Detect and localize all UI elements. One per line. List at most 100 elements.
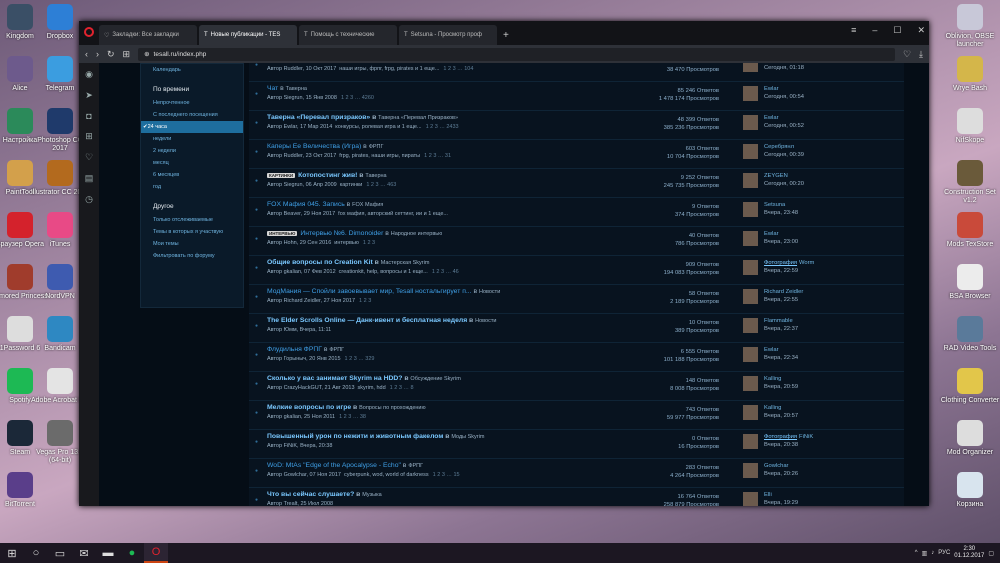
telegram-icon[interactable]: ➤ xyxy=(85,90,93,101)
avatar[interactable] xyxy=(743,463,758,478)
last-post-user[interactable]: Richard Zeidler xyxy=(764,289,803,295)
topic-tags[interactable]: наши игры, фрпг, frpg, pirates и 1 еще..… xyxy=(339,66,439,72)
forum-link[interactable]: Обсуждение Skyrim xyxy=(410,376,460,382)
spotify-icon[interactable]: ● xyxy=(120,543,144,563)
desktop-icon[interactable]: Oblivion, OBSE launcher xyxy=(940,4,1000,49)
network-icon[interactable]: ▥ xyxy=(922,550,928,557)
tab-profile[interactable]: T Setsuna - Просмотр проф xyxy=(399,25,497,45)
topic-title-link[interactable]: МодМания — Спойли завоевывает мир, Tesal… xyxy=(267,288,472,295)
topic-title-link[interactable]: Повышенный урон по нежити и животным фак… xyxy=(267,433,443,440)
avatar[interactable] xyxy=(743,289,758,304)
topic-author[interactable]: Автор gkalian, 07 Фев 2012 xyxy=(267,269,336,275)
menu-item-other[interactable]: Только отслеживаемые xyxy=(141,214,243,226)
back-icon[interactable]: ‹ xyxy=(85,49,88,59)
avatar[interactable] xyxy=(743,492,758,506)
last-post-user[interactable]: Ewlar xyxy=(764,231,779,237)
speed-dial-icon[interactable]: ⊞ xyxy=(85,131,93,142)
avatar[interactable] xyxy=(743,202,758,217)
avatar[interactable] xyxy=(743,144,758,159)
mail-icon[interactable]: ✉ xyxy=(72,543,96,563)
desktop-icon[interactable]: Mod Organizer xyxy=(940,420,1000,457)
menu-item-time[interactable]: год xyxy=(141,181,243,193)
forum-link[interactable]: FOX Мафия xyxy=(352,202,383,208)
tab-new-posts[interactable]: T Новые публикации - TES xyxy=(199,25,297,45)
last-post-user[interactable]: Flammable xyxy=(764,318,793,324)
avatar[interactable] xyxy=(743,173,758,188)
forum-link[interactable]: Таверна xyxy=(286,86,307,92)
heart-icon[interactable]: ♡ xyxy=(85,152,93,163)
topic-title-link[interactable]: Чат xyxy=(267,85,278,92)
pagination[interactable]: 1 2 3 … 2433 xyxy=(426,124,459,130)
topic-title-link[interactable]: The Elder Scrolls Online — Данк-ивент и … xyxy=(267,317,467,324)
menu-item-time[interactable]: ✔ 24 часа xyxy=(141,121,243,133)
topic-author[interactable]: Автор Горыныч, 20 Янв 2015 xyxy=(267,356,341,362)
topic-author[interactable]: Автор Siegrun, 06 Апр 2009 xyxy=(267,182,337,188)
menu-item-time[interactable]: Непрочтенное xyxy=(141,97,243,109)
last-post-user[interactable]: Серебрянл xyxy=(764,144,794,150)
pagination[interactable]: 1 2 3 … 104 xyxy=(443,66,473,72)
last-post-user[interactable]: Gowlchar xyxy=(764,463,788,469)
last-post-user[interactable]: FiNiK xyxy=(799,434,813,440)
menu-item-other[interactable]: Темы в которых я участвую xyxy=(141,226,243,238)
pagination[interactable]: 1 2 3 … 329 xyxy=(345,356,375,362)
last-post-user[interactable]: ZEYGEN xyxy=(764,173,788,179)
forum-link[interactable]: Вопросы по прохождению xyxy=(359,405,426,411)
pagination[interactable]: 1 2 3 … 38 xyxy=(339,414,366,420)
start-button[interactable]: ⊞ xyxy=(0,543,24,563)
desktop-icon[interactable]: BitTorrent xyxy=(0,472,50,509)
topic-title-link[interactable]: Мелкие вопросы по игре xyxy=(267,404,351,411)
avatar[interactable] xyxy=(743,63,758,72)
pagination[interactable]: 1 2 3 … 15 xyxy=(433,472,460,478)
menu-item-time[interactable]: недели xyxy=(141,133,243,145)
last-post-user[interactable]: Ewlar xyxy=(764,347,779,353)
topic-author[interactable]: Автор Ruddler, 23 Окт 2017 xyxy=(267,153,336,159)
forum-link[interactable]: Народное интервью xyxy=(391,231,443,237)
forum-link[interactable]: Моды Skyrim xyxy=(451,434,484,440)
avatar[interactable] xyxy=(743,347,758,362)
last-post-user[interactable]: Ewlar xyxy=(764,115,779,121)
topic-tags[interactable]: fox мафия, авторский сеттинг, ии и 1 еще… xyxy=(338,211,448,217)
pagination[interactable]: 1 2 3 … 8 xyxy=(390,385,414,391)
topic-tags[interactable]: интервью xyxy=(334,240,359,246)
avatar[interactable] xyxy=(743,405,758,420)
topic-author[interactable]: Автор Gowlchar, 07 Ноя 2017 xyxy=(267,472,341,478)
topic-author[interactable]: Автор Siegrun, 15 Янв 2008 xyxy=(267,95,337,101)
pagination[interactable]: 1 2 3 xyxy=(363,240,375,246)
forum-link[interactable]: Таверна «Перевал Призраков» xyxy=(378,115,458,121)
avatar[interactable] xyxy=(743,86,758,101)
chevron-up-icon[interactable]: ^ xyxy=(915,550,918,556)
menu-item-time[interactable]: 6 месяцев xyxy=(141,169,243,181)
pagination[interactable]: 1 2 3 … 46 xyxy=(432,269,459,275)
menu-item-time[interactable]: С последнего посещения xyxy=(141,109,243,121)
menu-icon[interactable]: ≡ xyxy=(851,25,856,36)
reload-icon[interactable]: ↻ xyxy=(107,49,115,60)
download-icon[interactable]: ⤓ xyxy=(919,49,923,60)
topic-author[interactable]: Автор Ewlar, 17 Мар 2014 xyxy=(267,124,332,130)
avatar[interactable] xyxy=(743,376,758,391)
topic-title-link[interactable]: FOX Мафия 045. Запись xyxy=(267,201,345,208)
forum-link[interactable]: Мастерская Skyrim xyxy=(381,260,430,266)
whatsapp-icon[interactable]: ◉ xyxy=(85,69,93,80)
topic-title-link[interactable]: Что вы сейчас слушаете? xyxy=(267,491,354,498)
pagination[interactable]: 1 2 3 xyxy=(359,298,371,304)
topic-author[interactable]: Автор gkalian, 25 Ноя 2011 xyxy=(267,414,335,420)
tabs-grid-icon[interactable]: ⊞ xyxy=(123,49,131,60)
pagination[interactable]: 1 2 3 … 463 xyxy=(366,182,396,188)
menu-item-other[interactable]: Мои темы xyxy=(141,238,243,250)
menu-item-calendar[interactable]: Календарь xyxy=(141,64,243,76)
avatar[interactable] xyxy=(743,260,758,275)
topic-title-link[interactable]: Флудильня ФРПГ xyxy=(267,346,322,353)
topic-author[interactable]: Автор Ruddler, 10 Окт 2017 xyxy=(267,66,336,72)
last-post-user[interactable]: Ewlar xyxy=(764,86,779,92)
last-post-user[interactable]: Kalling xyxy=(764,405,781,411)
forum-link[interactable]: Новости xyxy=(479,289,500,295)
opera-logo-icon[interactable] xyxy=(84,27,94,37)
desktop-icon[interactable]: Корзина xyxy=(940,472,1000,509)
minimize-button[interactable]: – xyxy=(872,25,877,36)
desktop-icon[interactable]: Mods TexStore xyxy=(940,212,1000,249)
avatar[interactable] xyxy=(743,115,758,130)
topic-tags[interactable]: картинки xyxy=(340,182,363,188)
menu-item-time[interactable]: 2 недели xyxy=(141,145,243,157)
tab-help[interactable]: T Помощь с технические xyxy=(299,25,397,45)
topic-title-link[interactable]: Сколько у вас занимает Skyrim на HDD? xyxy=(267,375,402,382)
